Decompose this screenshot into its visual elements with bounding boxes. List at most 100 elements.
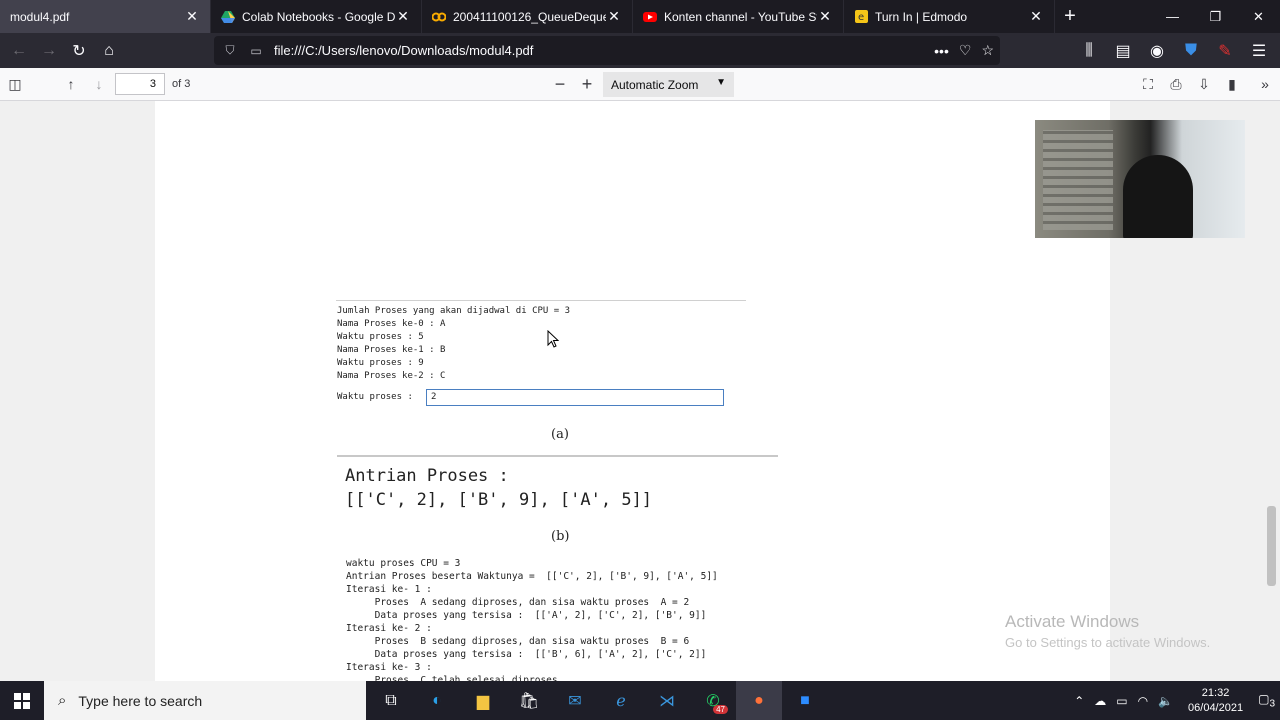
shield-icon: ⛉ — [225, 43, 235, 57]
console-line: Waktu proses : 5 — [337, 332, 424, 342]
tab-youtube-studio[interactable]: Konten channel - YouTube Stu ✕ — [633, 0, 844, 33]
scrollbar-thumb[interactable] — [1267, 506, 1276, 586]
close-icon[interactable]: ✕ — [184, 8, 200, 25]
close-window-icon[interactable]: ✕ — [1237, 0, 1280, 33]
tab-colab[interactable]: 200411100126_QueueDeque.ip ✕ — [422, 0, 633, 33]
system-tray: ⌃ ☁ ▭ ◠ 🔈 21:32 06/04/2021 ▢3 — [1069, 681, 1280, 720]
close-icon[interactable]: ✕ — [1028, 8, 1044, 25]
toolbar-right: ⫼ ▤ ◉ ⛊ ✎ ☰ — [1074, 33, 1274, 68]
console-line: Nama Proses ke-0 : A — [337, 319, 446, 329]
console-line: waktu proses CPU = 3 — [346, 558, 461, 569]
zoom-in-icon[interactable]: + — [573, 71, 601, 97]
url-actions: ••• ♡ ☆ — [934, 36, 994, 65]
clock-time: 21:32 — [1201, 686, 1230, 699]
internet-explorer-icon[interactable]: ℯ — [598, 681, 644, 720]
zoom-out-icon[interactable]: − — [546, 71, 574, 97]
background-shelf — [1043, 130, 1113, 230]
previous-page-icon[interactable]: ↑ — [57, 71, 85, 97]
console-line: Proses A sedang diproses, dan sisa waktu… — [346, 597, 690, 608]
store-icon[interactable]: 🛍 — [506, 681, 552, 720]
console-line: Iterasi ke- 3 : — [346, 662, 432, 673]
divider — [337, 455, 778, 457]
bookmark-icon[interactable]: ▮ — [1218, 71, 1246, 97]
page-number-input[interactable]: 3 — [115, 73, 165, 95]
url-text: file:///C:/Users/lenovo/Downloads/modul4… — [274, 43, 534, 58]
console-line: Proses B sedang diproses, dan sisa waktu… — [346, 636, 690, 647]
youtube-icon — [643, 10, 657, 24]
divider — [336, 300, 746, 301]
menu-icon[interactable]: ☰ — [1244, 36, 1274, 66]
notification-badge: 47 — [713, 705, 728, 714]
notification-count: 3 — [1269, 698, 1275, 710]
search-icon: ⌕ — [58, 692, 67, 709]
onedrive-icon[interactable]: ☁ — [1094, 694, 1106, 708]
volume-icon[interactable]: 🔈 — [1158, 694, 1173, 708]
task-view-icon[interactable]: ⧉ — [368, 681, 414, 720]
tab-label: Konten channel - YouTube Stu — [664, 9, 817, 24]
windows-start-icon[interactable] — [0, 681, 44, 720]
next-page-icon[interactable]: ↓ — [85, 71, 113, 97]
sidebar-toggle-icon[interactable]: ◫ — [1, 71, 29, 97]
person-silhouette — [1123, 155, 1193, 238]
notification-center-icon[interactable]: ▢3 — [1258, 692, 1275, 709]
battery-icon[interactable]: ▭ — [1116, 694, 1127, 708]
whatsapp-icon[interactable]: ✆ 47 — [690, 681, 736, 720]
wifi-icon[interactable]: ◠ — [1138, 694, 1148, 708]
extension-pen-icon[interactable]: ✎ — [1210, 36, 1240, 66]
scrollbar[interactable] — [1263, 101, 1280, 681]
mail-icon[interactable]: ✉ — [552, 681, 598, 720]
extension-shield-icon[interactable]: ⛊ — [1176, 36, 1206, 66]
figure-caption-b: (b) — [551, 529, 570, 544]
zoom-select[interactable]: Automatic Zoom ▼ — [603, 72, 734, 97]
home-icon[interactable]: ⌂ — [94, 36, 124, 66]
console-line: Antrian Proses beserta Waktunya = [['C',… — [346, 571, 718, 582]
reload-icon[interactable]: ↻ — [64, 36, 94, 66]
sidebar-icon[interactable]: ▤ — [1108, 36, 1138, 66]
chevron-up-icon[interactable]: ⌃ — [1074, 694, 1084, 708]
prompt-label: Waktu proses : — [337, 392, 419, 402]
queue-value: [['C', 2], ['B', 9], ['A', 5]] — [345, 490, 653, 510]
tab-google-drive[interactable]: Colab Notebooks - Google Dri ✕ — [211, 0, 422, 33]
restore-icon[interactable]: ❐ — [1194, 0, 1237, 33]
activation-watermark-subtitle: Go to Settings to activate Windows. — [1005, 635, 1211, 650]
page-icon: ▭ — [250, 43, 262, 58]
zoom-value: Automatic Zoom — [611, 78, 699, 92]
presentation-mode-icon[interactable]: ⛶ — [1134, 71, 1162, 97]
file-explorer-icon[interactable]: ▆ — [460, 681, 506, 720]
close-icon[interactable]: ✕ — [606, 8, 622, 25]
tools-icon[interactable]: » — [1251, 71, 1279, 97]
search-placeholder: Type here to search — [78, 692, 203, 709]
pocket-icon[interactable]: ♡ — [959, 42, 972, 59]
close-icon[interactable]: ✕ — [817, 8, 833, 25]
print-icon[interactable]: ⎙ — [1162, 71, 1190, 97]
back-icon[interactable]: ← — [4, 36, 34, 66]
minimize-icon[interactable]: — — [1151, 0, 1194, 33]
url-bar[interactable]: ⛉ ▭ file:///C:/Users/lenovo/Downloads/mo… — [214, 36, 1000, 65]
console-line: Jumlah Proses yang akan dijadwal di CPU … — [337, 306, 570, 316]
library-icon[interactable]: ⫼ — [1074, 36, 1104, 66]
tab-label: 200411100126_QueueDeque.ip — [453, 9, 606, 24]
console-line: Nama Proses ke-1 : B — [337, 345, 446, 355]
clock[interactable]: 21:32 06/04/2021 — [1188, 686, 1243, 716]
edge-icon[interactable]: ◐ — [414, 681, 460, 720]
zoom-app-icon[interactable]: ■ — [782, 681, 828, 720]
account-icon[interactable]: ◉ — [1142, 36, 1172, 66]
console-line: Nama Proses ke-2 : C — [337, 371, 446, 381]
save-icon[interactable]: ⇩ — [1190, 71, 1218, 97]
more-actions-icon[interactable]: ••• — [934, 43, 949, 59]
tab-modul4[interactable]: modul4.pdf ✕ — [0, 0, 211, 33]
tab-label: Colab Notebooks - Google Dri — [242, 9, 395, 24]
forward-icon[interactable]: → — [34, 36, 64, 66]
close-icon[interactable]: ✕ — [395, 8, 411, 25]
new-tab-button[interactable]: + — [1055, 0, 1085, 33]
activation-watermark-title: Activate Windows — [1005, 612, 1140, 631]
figure-caption-a: (a) — [551, 427, 569, 442]
bookmark-star-icon[interactable]: ☆ — [981, 42, 994, 59]
vscode-icon[interactable]: ⋊ — [644, 681, 690, 720]
input-field: 2 — [426, 389, 724, 406]
tab-edmodo[interactable]: e Turn In | Edmodo ✕ — [844, 0, 1055, 33]
taskbar-search[interactable]: ⌕ Type here to search — [44, 681, 366, 720]
firefox-icon[interactable]: ● — [736, 681, 782, 720]
tab-label: modul4.pdf — [10, 9, 70, 24]
console-line: Iterasi ke- 2 : — [346, 623, 432, 634]
